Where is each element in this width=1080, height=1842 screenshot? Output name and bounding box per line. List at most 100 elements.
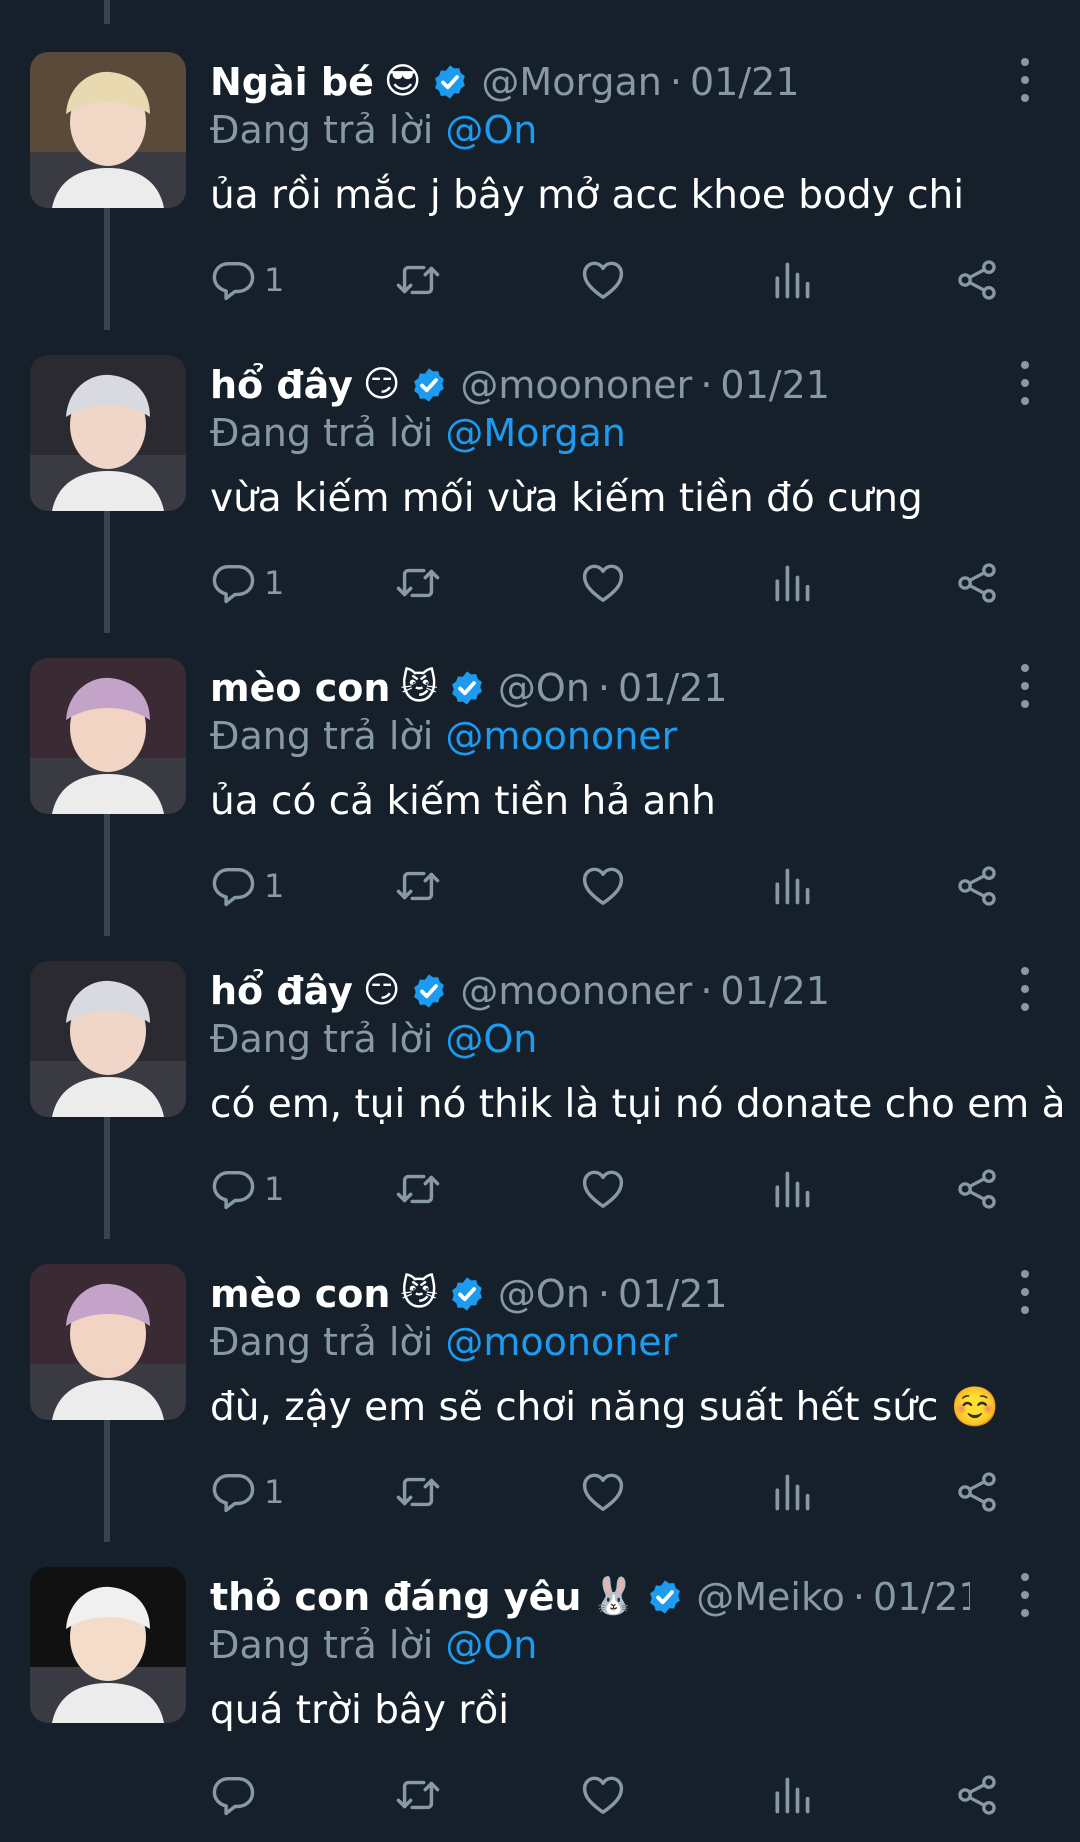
analytics-icon: [770, 258, 814, 302]
heart-icon: [580, 560, 626, 606]
tweet[interactable]: thỏ con đáng yêu🐰@Meiko·01/21Đang trả lờ…: [0, 1539, 1080, 1842]
reply-button[interactable]: 1: [210, 252, 284, 308]
replying-to-handle[interactable]: @On: [445, 108, 537, 152]
more-vertical-icon[interactable]: [1010, 1573, 1040, 1617]
tweet[interactable]: hổ đây 😏 @moononer · 01/21 Đang trả lời @On có…: [0, 933, 1080, 1236]
share-button[interactable]: [955, 1767, 999, 1823]
share-button[interactable]: [955, 1464, 999, 1520]
retweet-button[interactable]: [395, 858, 441, 914]
more-vertical-icon[interactable]: [1010, 664, 1040, 708]
retweet-icon: [395, 560, 441, 606]
reply-button[interactable]: [210, 1767, 264, 1823]
tweet-text: ủa rồi mắc j bây mở acc khoe body chi: [210, 173, 965, 218]
more-vertical-icon[interactable]: [1010, 1270, 1040, 1314]
tweet-actions: 1: [210, 1161, 1010, 1217]
heart-icon: [580, 1772, 626, 1818]
tweet-text: vừa kiếm mối vừa kiếm tiền đó cưng: [210, 476, 923, 521]
like-button[interactable]: [580, 1161, 626, 1217]
tweet-date[interactable]: 01/21: [720, 961, 830, 1021]
replying-to-label: Đang trả lời: [210, 108, 434, 152]
tweet-text: quá trời bây rồi: [210, 1688, 510, 1733]
avatar[interactable]: [30, 961, 186, 1117]
share-icon: [955, 1167, 999, 1211]
share-icon: [955, 864, 999, 908]
reply-count: 1: [264, 564, 285, 602]
verified-badge-icon: [410, 972, 448, 1010]
replying-to: Đang trả lời @moononer: [210, 708, 677, 764]
like-button[interactable]: [580, 1767, 626, 1823]
avatar[interactable]: [30, 1264, 186, 1420]
retweet-button[interactable]: [395, 252, 441, 308]
replying-to-handle[interactable]: @On: [445, 1017, 537, 1061]
tweet-date[interactable]: 01/21: [873, 1567, 970, 1627]
avatar[interactable]: [30, 52, 186, 208]
share-button[interactable]: [955, 252, 999, 308]
share-button[interactable]: [955, 858, 999, 914]
reply-button[interactable]: 1: [210, 858, 284, 914]
analytics-button[interactable]: [770, 858, 814, 914]
analytics-icon: [770, 1470, 814, 1514]
tweet-date[interactable]: 01/21: [720, 355, 830, 415]
tweet[interactable]: Ngài bé 😎 @Morgan · 01/21 Đang trả lời @On ủa …: [0, 24, 1080, 327]
heart-icon: [580, 257, 626, 303]
analytics-button[interactable]: [770, 1767, 814, 1823]
tweet-text: ủa có cả kiếm tiền hả anh: [210, 779, 716, 824]
user-handle[interactable]: @Meiko: [696, 1567, 845, 1627]
like-button[interactable]: [580, 555, 626, 611]
replying-to-handle[interactable]: @On: [445, 1623, 537, 1667]
retweet-button[interactable]: [395, 1161, 441, 1217]
replying-to-handle[interactable]: @Morgan: [445, 411, 625, 455]
reply-button[interactable]: 1: [210, 555, 284, 611]
tweet-date[interactable]: 01/21: [690, 52, 800, 112]
tweet[interactable]: mèo con 😼 @On · 01/21 Đang trả lời @moononer đ…: [0, 1236, 1080, 1539]
share-button[interactable]: [955, 1161, 999, 1217]
retweet-icon: [395, 863, 441, 909]
more-vertical-icon[interactable]: [1010, 361, 1040, 405]
analytics-button[interactable]: [770, 1161, 814, 1217]
analytics-button[interactable]: [770, 555, 814, 611]
more-vertical-icon[interactable]: [1010, 967, 1040, 1011]
analytics-icon: [770, 1773, 814, 1817]
retweet-button[interactable]: [395, 1767, 441, 1823]
retweet-button[interactable]: [395, 1464, 441, 1520]
tweet[interactable]: mèo con 😼 @On · 01/21 Đang trả lời @moononer ủ…: [0, 630, 1080, 933]
reply-icon: [210, 560, 256, 606]
analytics-button[interactable]: [770, 1464, 814, 1520]
tweet[interactable]: hổ đây 😏 @moononer · 01/21 Đang trả lời @Morg…: [0, 327, 1080, 630]
analytics-icon: [770, 864, 814, 908]
reply-button[interactable]: 1: [210, 1464, 284, 1520]
tweet-actions: [210, 1767, 1010, 1823]
like-button[interactable]: [580, 252, 626, 308]
reply-count: 1: [264, 261, 285, 299]
tweet-text: đù, zậy em sẽ chơi năng suất hết sức ☺️: [210, 1385, 1000, 1430]
separator-dot: ·: [700, 363, 713, 407]
thread-connector-line: [104, 0, 110, 24]
verified-badge-icon: [410, 366, 448, 404]
retweet-icon: [395, 257, 441, 303]
avatar[interactable]: [30, 355, 186, 511]
replying-to-label: Đang trả lời: [210, 1320, 434, 1364]
separator-dot: ·: [852, 1575, 865, 1619]
tweet-text: có em, tụi nó thik là tụi nó donate cho …: [210, 1082, 1066, 1127]
avatar[interactable]: [30, 1567, 186, 1723]
replying-to-handle[interactable]: @moononer: [445, 1320, 677, 1364]
reply-icon: [210, 1469, 256, 1515]
reply-count: 1: [264, 1170, 285, 1208]
verified-badge-icon: [646, 1578, 684, 1616]
analytics-button[interactable]: [770, 252, 814, 308]
tweet-actions: 1: [210, 858, 1010, 914]
replying-to-handle[interactable]: @moononer: [445, 714, 677, 758]
tweet-actions: 1: [210, 252, 1010, 308]
more-vertical-icon[interactable]: [1010, 58, 1040, 102]
replying-to: Đang trả lời @On: [210, 1617, 537, 1673]
like-button[interactable]: [580, 1464, 626, 1520]
avatar[interactable]: [30, 658, 186, 814]
retweet-button[interactable]: [395, 555, 441, 611]
share-icon: [955, 258, 999, 302]
share-icon: [955, 1773, 999, 1817]
share-button[interactable]: [955, 555, 999, 611]
replying-to: Đang trả lời @On: [210, 1011, 537, 1067]
reply-button[interactable]: 1: [210, 1161, 284, 1217]
replying-to: Đang trả lời @On: [210, 102, 537, 158]
like-button[interactable]: [580, 858, 626, 914]
